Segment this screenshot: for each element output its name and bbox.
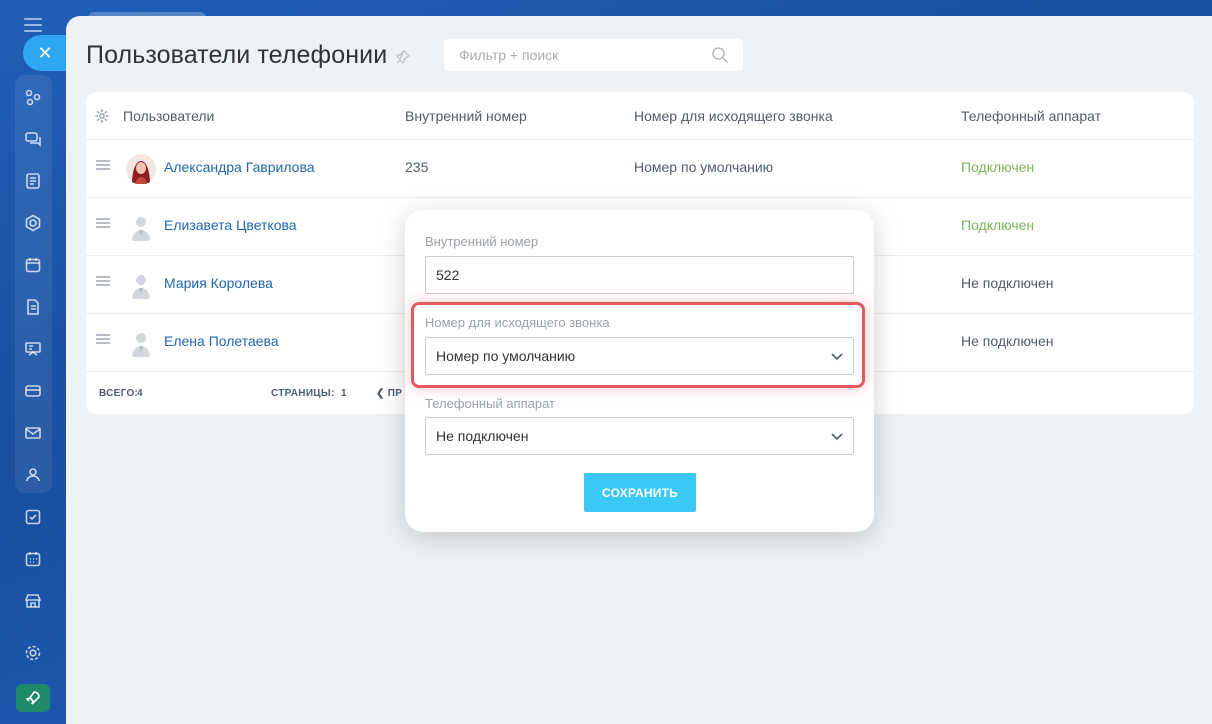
- avatar: [126, 211, 156, 243]
- outgoing-number-value: Номер по умолчанию: [436, 348, 576, 364]
- search-icon[interactable]: [711, 46, 729, 64]
- board-icon[interactable]: [20, 336, 46, 362]
- user-link[interactable]: Елизавета Цветкова: [164, 217, 297, 233]
- settings-rail-icon[interactable]: [20, 640, 46, 666]
- crm-icon[interactable]: [20, 210, 46, 236]
- chevron-left-icon: ❮: [376, 388, 385, 399]
- phone-status: Подключен: [961, 159, 1035, 175]
- drag-handle-icon[interactable]: [96, 218, 110, 228]
- column-header-outgoing[interactable]: Номер для исходящего звонка: [634, 108, 833, 124]
- outgoing-cell: Номер по умолчанию: [634, 159, 774, 175]
- outgoing-number-select[interactable]: Номер по умолчанию: [425, 337, 854, 375]
- phone-device-select[interactable]: Не подключен: [425, 417, 854, 455]
- store-icon[interactable]: [20, 588, 46, 614]
- sitemap-icon[interactable]: [20, 84, 46, 110]
- settings-icon[interactable]: [95, 109, 109, 123]
- phone-device-value: Не подключен: [436, 428, 529, 444]
- avatar: [126, 153, 156, 185]
- menu-icon[interactable]: [24, 18, 42, 32]
- pages-count: 1: [341, 388, 347, 399]
- phone-status: Не подключен: [961, 275, 1054, 291]
- total-label: ВСЕГО:: [99, 388, 139, 399]
- close-slider-button[interactable]: ✕: [23, 35, 67, 71]
- calendar-icon[interactable]: [20, 252, 46, 278]
- user-link[interactable]: Александра Гаврилова: [164, 159, 315, 175]
- search-input[interactable]: [459, 47, 699, 63]
- extension-cell: 235: [405, 159, 429, 175]
- pages-label: СТРАНИЦЫ:: [271, 388, 335, 399]
- avatar: [126, 269, 156, 301]
- phone-label: Телефонный аппарат: [425, 396, 555, 411]
- save-button[interactable]: СОХРАНИТЬ: [584, 473, 696, 512]
- card-icon[interactable]: [20, 378, 46, 404]
- feed-icon[interactable]: [20, 168, 46, 194]
- phone-status: Подключен: [961, 217, 1035, 233]
- edit-user-popup: Внутренний номер 522 Номер для исходящег…: [405, 210, 874, 532]
- column-header-extension[interactable]: Внутренний номер: [405, 108, 527, 124]
- tasks-icon[interactable]: [20, 504, 46, 530]
- user-link[interactable]: Мария Королева: [164, 275, 273, 291]
- column-header-users[interactable]: Пользователи: [123, 108, 214, 124]
- table-header: Пользователи Внутренний номер Номер для …: [86, 92, 1194, 140]
- users-icon[interactable]: [20, 462, 46, 488]
- phone-status: Не подключен: [961, 333, 1054, 349]
- close-icon: ✕: [37, 42, 53, 63]
- extension-input[interactable]: 522: [425, 256, 854, 294]
- avatar: [126, 327, 156, 359]
- pin-icon[interactable]: [396, 50, 410, 64]
- column-header-phone[interactable]: Телефонный аппарат: [961, 108, 1101, 124]
- left-rail: ✕: [0, 0, 67, 724]
- mail-icon[interactable]: [20, 420, 46, 446]
- chevron-down-icon: [831, 433, 843, 441]
- table-row[interactable]: Александра Гаврилова 235 Номер по умолча…: [86, 140, 1194, 198]
- user-link[interactable]: Елена Полетаева: [164, 333, 279, 349]
- schedule-icon[interactable]: [20, 546, 46, 572]
- chevron-down-icon: [831, 353, 843, 361]
- drag-handle-icon[interactable]: [96, 276, 110, 286]
- outgoing-label: Номер для исходящего звонка: [425, 315, 610, 330]
- drag-handle-icon[interactable]: [96, 160, 110, 170]
- extension-label: Внутренний номер: [425, 234, 539, 249]
- page-title: Пользователи телефонии: [86, 41, 388, 69]
- total-count: 4: [137, 388, 143, 399]
- filter-search[interactable]: [444, 39, 743, 71]
- document-icon[interactable]: [20, 294, 46, 320]
- drag-handle-icon[interactable]: [96, 334, 110, 344]
- rocket-icon[interactable]: [16, 684, 50, 712]
- chat-icon[interactable]: [20, 126, 46, 152]
- prev-page-link[interactable]: ❮ ПР: [376, 388, 402, 399]
